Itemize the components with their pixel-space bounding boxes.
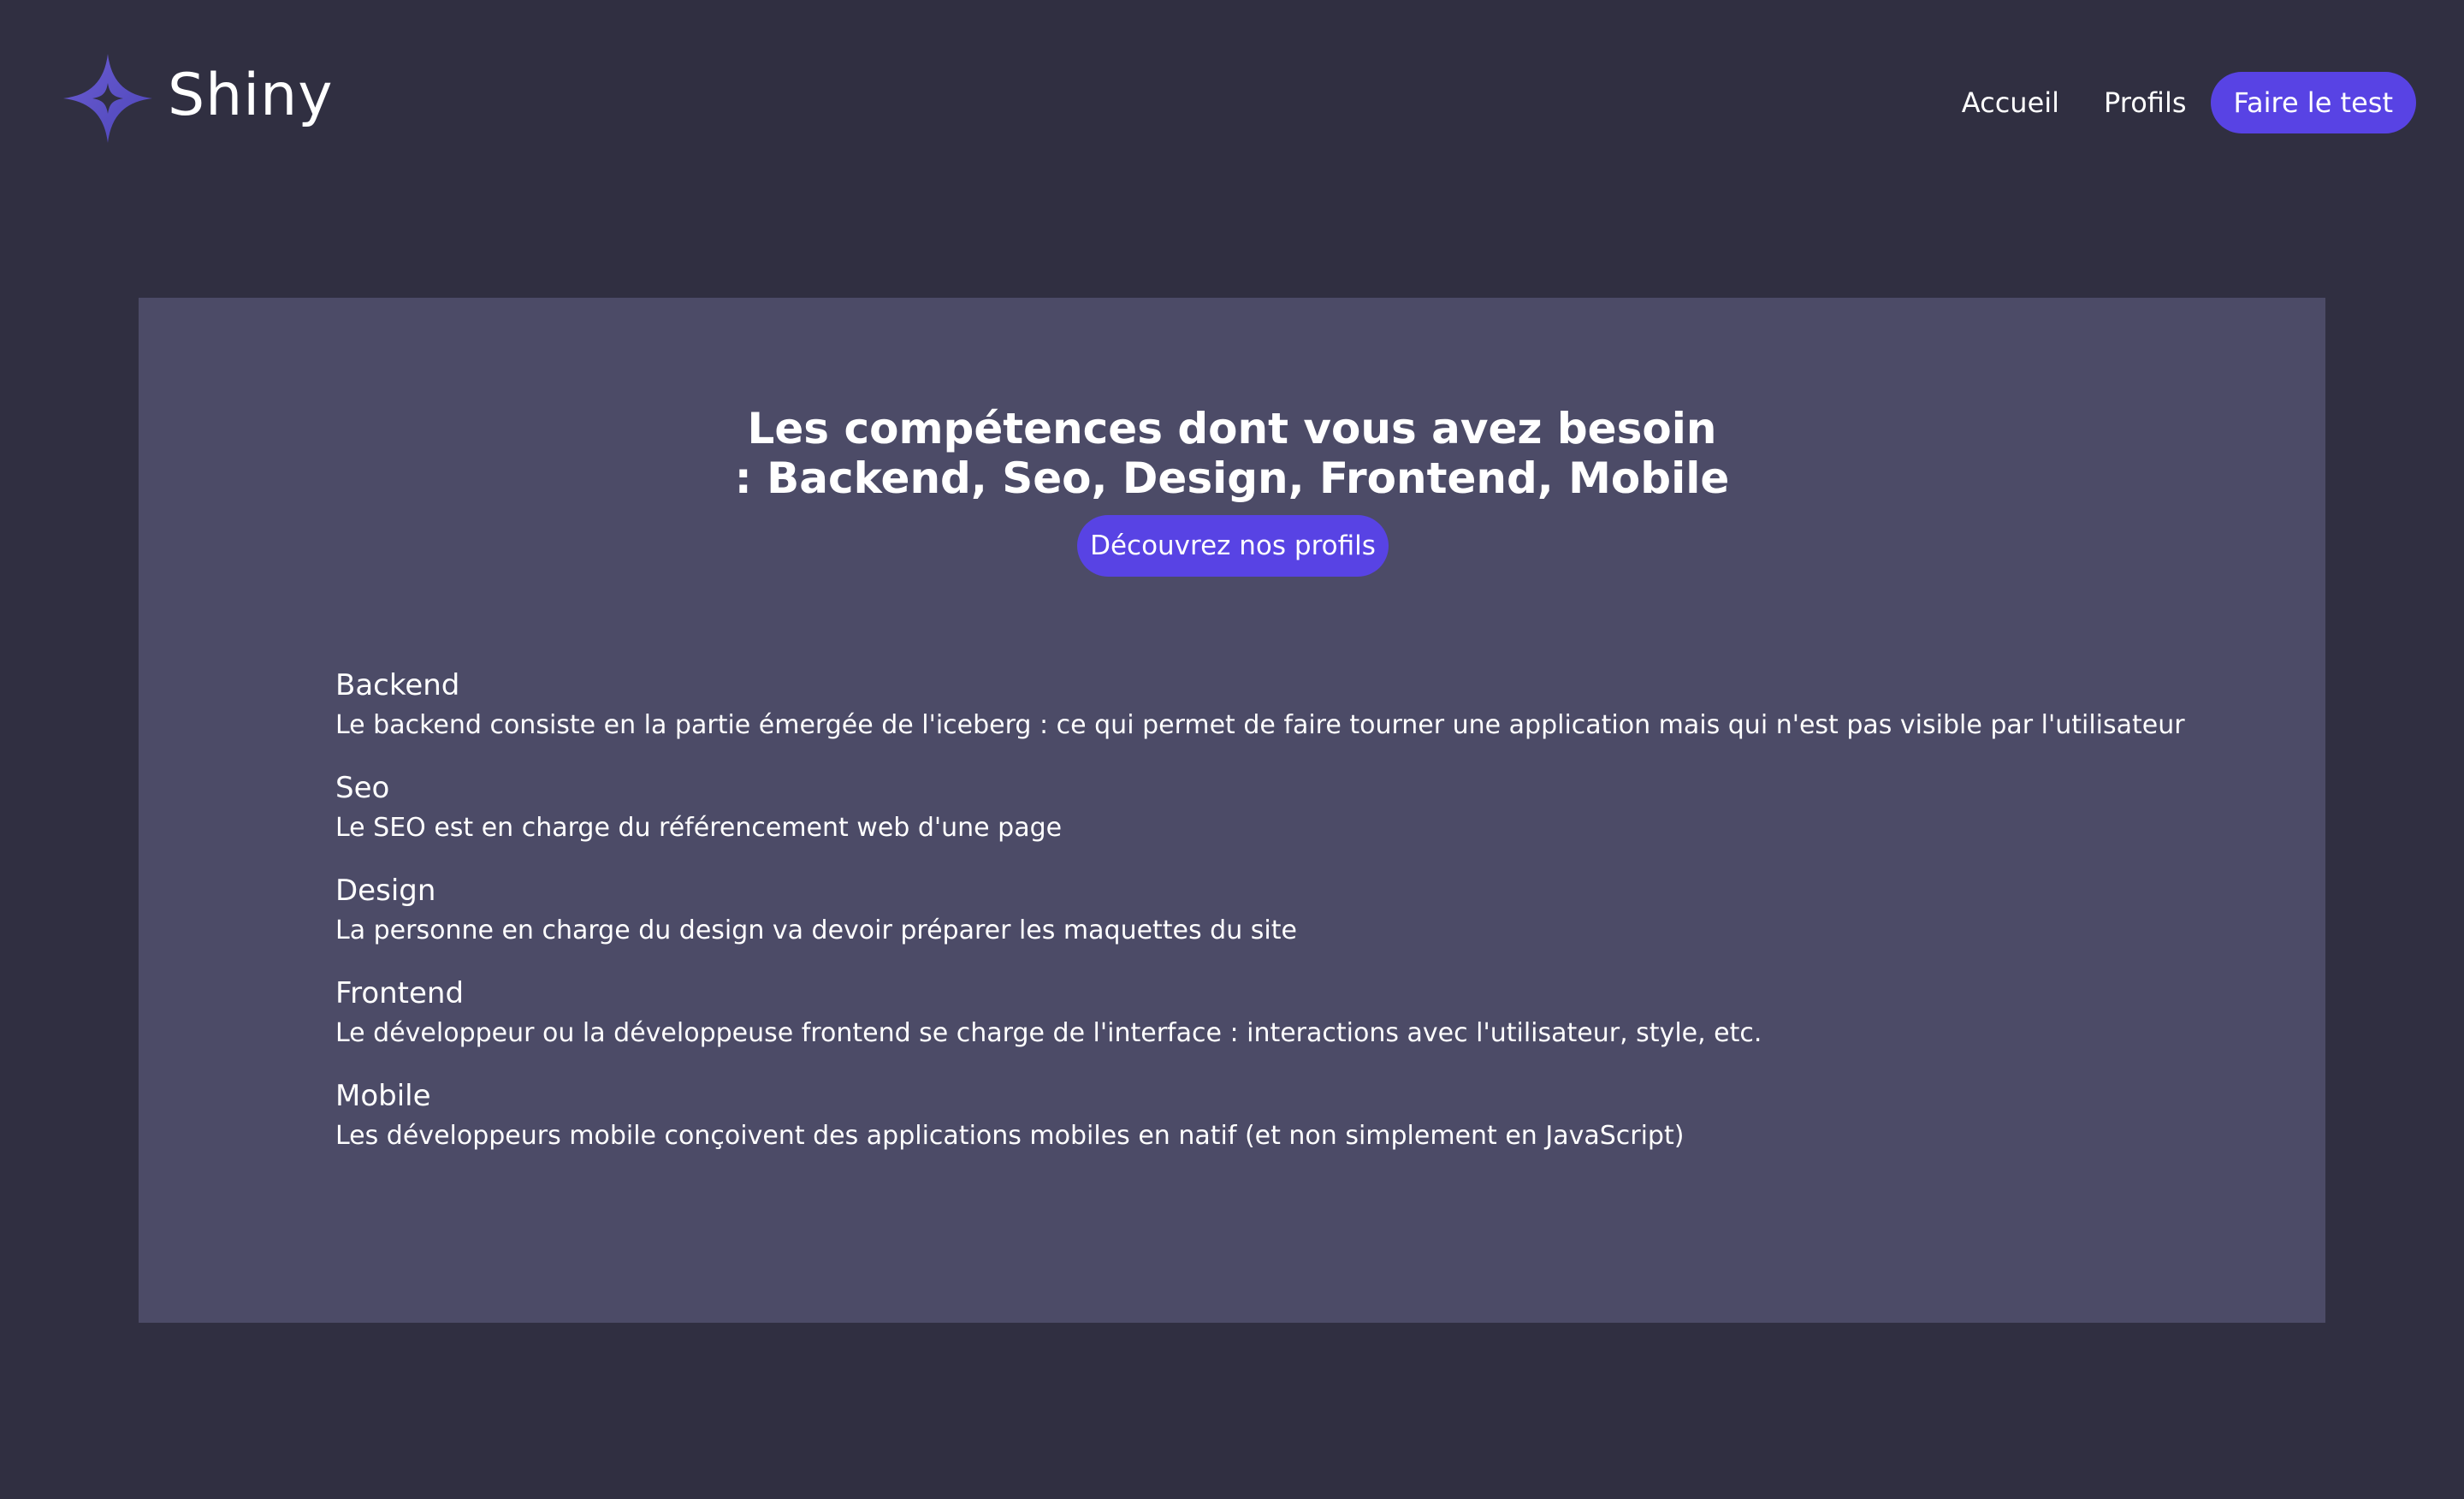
logo[interactable]: Shiny [62, 51, 334, 145]
skill-item-mobile: Mobile Les développeurs mobile conçoiven… [335, 1078, 2218, 1181]
home-panel: Les compétences dont vous avez besoin : … [139, 298, 2325, 1323]
discover-profiles-button[interactable]: Découvrez nos profils [1077, 515, 1389, 577]
skill-description: La personne en charge du design va devoi… [335, 915, 1297, 945]
skill-title: Frontend [335, 976, 465, 1010]
nav-button-faire-le-test[interactable]: Faire le test [2210, 72, 2416, 133]
skill-item-seo: Seo Le SEO est en charge du référencemen… [335, 770, 2218, 873]
site-header: Shiny Accueil Profils Faire le test [0, 0, 2464, 205]
logo-text: Shiny [168, 62, 334, 129]
hero-title-line-2: : Backend, Seo, Design, Frontend, Mobile [734, 453, 1730, 503]
skill-item-backend: Backend Le backend consiste en la partie… [335, 667, 2218, 770]
skill-item-design: Design La personne en charge du design v… [335, 873, 2218, 975]
star-icon [63, 54, 152, 143]
main-nav: Accueil Profils Faire le test [1962, 72, 2416, 133]
skill-title: Seo [335, 771, 390, 805]
skill-description: Le SEO est en charge du référencement we… [335, 813, 1063, 843]
hero-title-line-1: Les compétences dont vous avez besoin [747, 403, 1717, 453]
skill-item-frontend: Frontend Le développeur ou la développeu… [335, 975, 2218, 1078]
hero-title: Les compétences dont vous avez besoin : … [139, 404, 2325, 503]
nav-link-profils[interactable]: Profils [2104, 86, 2186, 119]
skill-title: Backend [335, 668, 460, 702]
nav-link-accueil[interactable]: Accueil [1962, 86, 2059, 119]
skill-description: Les développeurs mobile conçoivent des a… [335, 1121, 1685, 1151]
skill-title: Mobile [335, 1079, 431, 1113]
skills-list: Backend Le backend consiste en la partie… [335, 667, 2218, 1181]
skill-title: Design [335, 874, 436, 908]
skill-description: Le backend consiste en la partie émergée… [335, 710, 2185, 740]
skill-description: Le développeur ou la développeuse fronte… [335, 1018, 1762, 1048]
